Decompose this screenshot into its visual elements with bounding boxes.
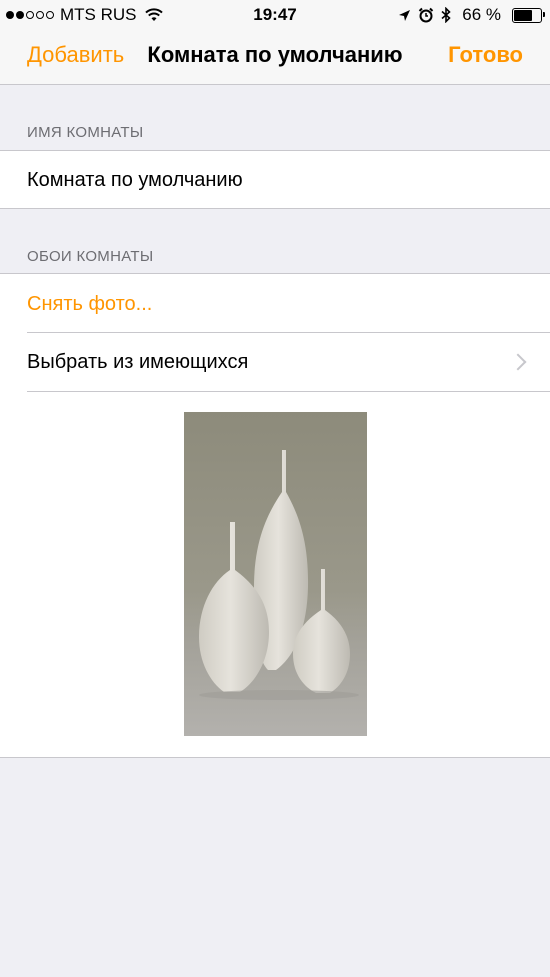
battery-percent: 66 %	[462, 5, 501, 24]
status-right: 66 %	[398, 5, 545, 25]
done-button[interactable]: Готово	[448, 42, 523, 68]
room-name-group: Комната по умолчанию	[0, 150, 550, 209]
battery-icon	[512, 7, 545, 23]
bluetooth-icon	[441, 7, 451, 23]
room-name-field[interactable]: Комната по умолчанию	[27, 169, 550, 192]
status-bar: MTS RUS 19:47 66 %	[0, 0, 550, 28]
battery-level-fill	[514, 9, 533, 21]
take-photo-button[interactable]: Снять фото...	[27, 293, 550, 316]
alarm-icon	[419, 7, 434, 23]
navigation-bar: Добавить Комната по умолчанию Готово	[0, 28, 550, 85]
cell-divider	[27, 391, 550, 392]
location-arrow-icon	[399, 9, 411, 21]
wallpaper-section-header: ОБОИ КОМНАТЫ	[27, 248, 154, 265]
add-button[interactable]: Добавить	[27, 42, 124, 68]
choose-existing-button[interactable]: Выбрать из имеющихся	[27, 351, 550, 374]
cell-divider	[27, 332, 550, 333]
wallpaper-preview-image[interactable]	[184, 412, 367, 736]
room-name-section-header: ИМЯ КОМНАТЫ	[27, 124, 144, 141]
